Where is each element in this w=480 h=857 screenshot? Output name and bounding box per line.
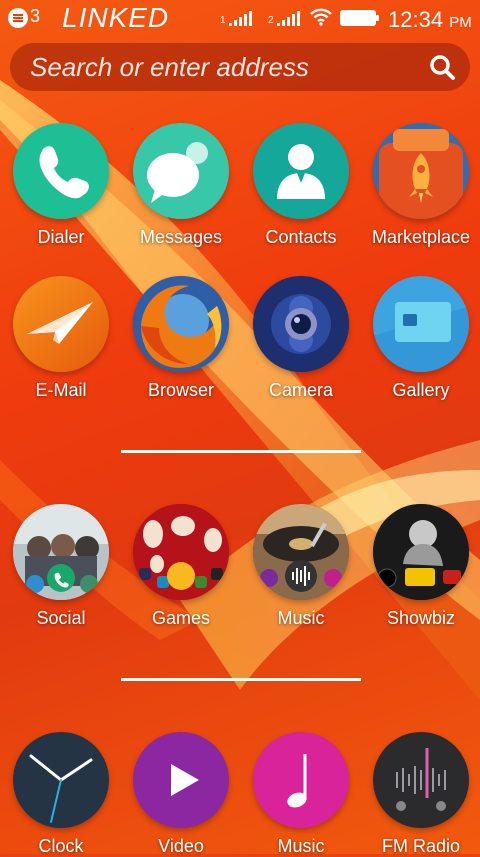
app-fm-radio[interactable]: FM Radio — [361, 732, 480, 857]
phone-icon[interactable] — [13, 123, 109, 219]
games-collection-icon[interactable] — [133, 504, 229, 600]
app-marketplace[interactable]: Marketplace — [361, 123, 480, 248]
social-collection-icon[interactable] — [13, 504, 109, 600]
search-icon[interactable] — [428, 53, 456, 81]
picture-icon[interactable] — [373, 276, 469, 372]
app-label: Showbiz — [386, 608, 456, 628]
sim1-label: 1 — [220, 15, 226, 26]
app-clock[interactable]: Clock — [1, 732, 121, 857]
app-gallery[interactable]: Gallery — [361, 276, 480, 401]
person-icon[interactable] — [253, 123, 349, 219]
app-label: Gallery — [392, 380, 450, 400]
app-messages[interactable]: Messages — [121, 123, 241, 248]
wifi-icon — [310, 8, 332, 26]
app-label: Camera — [268, 380, 334, 400]
status-bar: 3 LINKED 1 2 12:34 PM — [0, 0, 480, 38]
divider — [121, 678, 361, 681]
collection-showbiz[interactable]: Showbiz — [361, 504, 480, 629]
app-email[interactable]: E-Mail — [1, 276, 121, 401]
paper-plane-icon[interactable] — [13, 276, 109, 372]
chat-bubbles-icon[interactable] — [133, 123, 229, 219]
app-label: Music — [277, 608, 325, 628]
music-collection-icon[interactable] — [253, 504, 349, 600]
firefox-icon[interactable] — [133, 276, 229, 372]
time-value: 12:34 — [388, 7, 444, 32]
camera-lens-icon[interactable] — [253, 276, 349, 372]
search-input[interactable]: Search or enter address — [30, 52, 309, 83]
app-browser[interactable]: Browser — [121, 276, 241, 401]
operator-name: LINKED — [62, 2, 170, 33]
search-bar[interactable]: Search or enter address — [10, 43, 470, 91]
collection-music[interactable]: Music — [241, 504, 361, 629]
app-music[interactable]: Music — [241, 732, 361, 857]
battery-icon — [340, 10, 379, 26]
clock-icon[interactable] — [13, 732, 109, 828]
app-label: Messages — [139, 227, 223, 247]
app-label: Social — [36, 608, 86, 628]
play-icon[interactable] — [133, 732, 229, 828]
app-label: Contacts — [265, 227, 337, 247]
collection-games[interactable]: Games — [121, 504, 241, 629]
showbiz-collection-icon[interactable] — [373, 504, 469, 600]
app-label: Dialer — [37, 227, 85, 247]
music-note-icon[interactable] — [253, 732, 349, 828]
time-ampm: PM — [449, 14, 472, 31]
notification-icon[interactable] — [8, 8, 28, 28]
divider — [121, 450, 361, 453]
sim2-label: 2 — [268, 15, 274, 26]
app-contacts[interactable]: Contacts — [241, 123, 361, 248]
app-label: E-Mail — [35, 380, 87, 400]
clock-time: 12:34 PM — [388, 7, 472, 33]
app-label: Marketplace — [371, 227, 471, 247]
app-dialer[interactable]: Dialer — [1, 123, 121, 248]
app-video[interactable]: Video — [121, 732, 241, 857]
app-camera[interactable]: Camera — [241, 276, 361, 401]
marketplace-rocket-icon[interactable] — [373, 123, 469, 219]
radio-icon[interactable] — [373, 732, 469, 828]
collection-social[interactable]: Social — [1, 504, 121, 629]
app-label: Games — [151, 608, 211, 628]
app-label: Browser — [147, 380, 214, 400]
notification-count: 3 — [30, 6, 41, 26]
